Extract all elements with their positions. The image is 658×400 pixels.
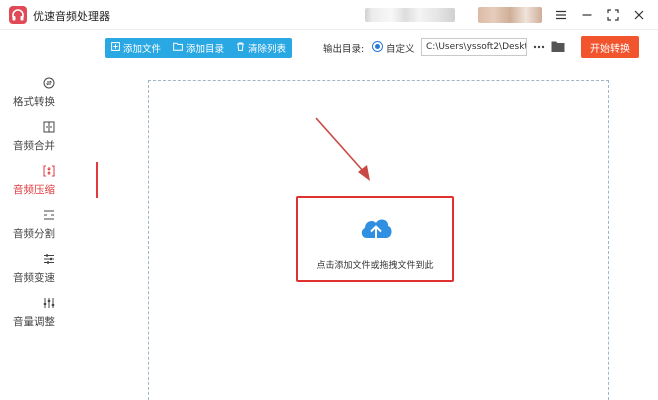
- cloud-upload-icon: [359, 214, 393, 247]
- audio-compress-icon: [42, 164, 56, 178]
- add-file-drop-target[interactable]: 点击添加文件或拖拽文件到此: [296, 196, 454, 282]
- title-bar: 优速音频处理器: [0, 0, 658, 30]
- add-folder-label: 添加目录: [186, 44, 225, 55]
- output-path-field[interactable]: C:\Users\yssoft2\Deskt: [421, 38, 527, 56]
- blurred-account-info: [365, 8, 455, 22]
- audio-speed-icon: [42, 252, 56, 266]
- sidebar-item-label: 音频变速: [13, 271, 55, 284]
- custom-output-label[interactable]: 自定义: [386, 41, 415, 55]
- sidebar: 格式转换 音频合并 音频压缩 音频分割 音频变速 音量调整: [0, 66, 98, 400]
- sidebar-item-audio-speed[interactable]: 音频变速: [0, 246, 98, 290]
- file-action-group: 添加文件 添加目录 清除列表: [105, 38, 293, 58]
- sidebar-item-label: 音频合并: [13, 139, 55, 152]
- sidebar-item-volume-adjust[interactable]: 音量调整: [0, 290, 98, 334]
- add-file-button[interactable]: 添加文件: [105, 38, 167, 58]
- minimize-icon[interactable]: [578, 6, 596, 24]
- clear-list-label: 清除列表: [248, 44, 287, 55]
- clear-list-button[interactable]: 清除列表: [230, 38, 292, 58]
- menu-icon[interactable]: [552, 6, 570, 24]
- sidebar-item-label: 音频压缩: [13, 183, 55, 196]
- custom-output-radio[interactable]: [372, 41, 383, 52]
- output-directory-label: 输出目录:: [323, 44, 365, 55]
- drop-hint-text: 点击添加文件或拖拽文件到此: [316, 261, 434, 271]
- more-icon[interactable]: [532, 38, 546, 56]
- sidebar-item-audio-merge[interactable]: 音频合并: [0, 114, 98, 158]
- audio-merge-icon: [42, 120, 56, 134]
- headphones-icon: [9, 6, 27, 24]
- clear-list-icon: [236, 42, 245, 54]
- volume-adjust-icon: [42, 296, 56, 310]
- close-icon[interactable]: [630, 6, 648, 24]
- start-convert-button[interactable]: 开始转换: [581, 36, 639, 58]
- format-convert-icon: [42, 76, 56, 90]
- sidebar-item-label: 音量调整: [13, 315, 55, 328]
- sidebar-item-format-convert[interactable]: 格式转换: [0, 70, 98, 114]
- folder-open-icon[interactable]: [551, 40, 565, 54]
- sidebar-item-audio-split[interactable]: 音频分割: [0, 202, 98, 246]
- sidebar-item-label: 音频分割: [13, 227, 55, 240]
- add-file-label: 添加文件: [123, 44, 162, 55]
- add-folder-button[interactable]: 添加目录: [167, 38, 230, 58]
- add-file-icon: [111, 42, 120, 54]
- blurred-user-avatar: [478, 7, 542, 23]
- audio-split-icon: [42, 208, 56, 222]
- folder-icon: [173, 42, 183, 54]
- sidebar-item-label: 格式转换: [13, 95, 55, 108]
- maximize-icon[interactable]: [604, 6, 622, 24]
- app-title: 优速音频处理器: [33, 10, 110, 23]
- sidebar-item-audio-compress[interactable]: 音频压缩: [0, 158, 98, 202]
